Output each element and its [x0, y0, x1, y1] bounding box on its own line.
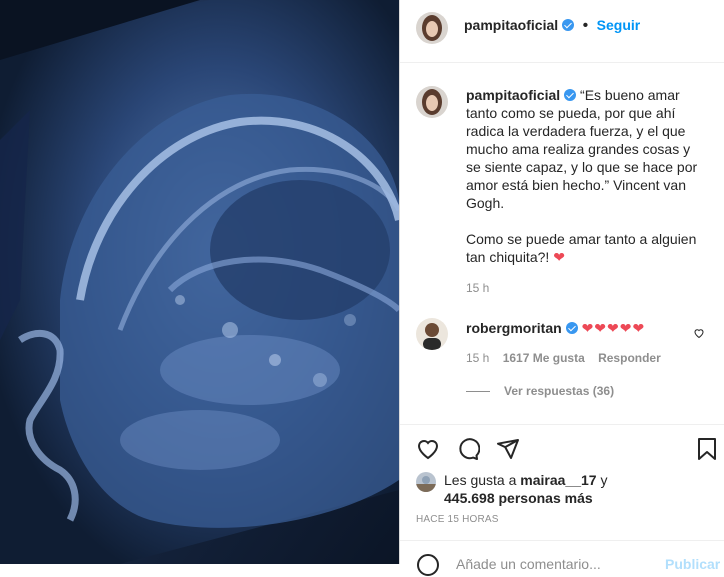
caption-author-avatar[interactable]	[416, 86, 448, 118]
share-paper-plane-icon[interactable]	[496, 437, 520, 461]
comment-bubble-icon[interactable]	[456, 437, 480, 461]
comment-body: robergmoritan ❤❤❤❤❤	[466, 320, 645, 337]
separator-dot: •	[582, 17, 589, 34]
author-avatar[interactable]	[416, 12, 448, 44]
publish-button[interactable]: Publicar	[665, 556, 720, 572]
divider	[400, 424, 724, 425]
commenter-username[interactable]: robergmoritan	[466, 320, 562, 336]
comment-meta: 15 h 1617 Me gusta Responder	[466, 351, 661, 365]
post-sidebar: pampitaoficial • Seguir pampitaoficial “…	[399, 0, 724, 576]
comment-like-heart-icon[interactable]	[693, 327, 705, 339]
like-heart-icon[interactable]	[416, 437, 440, 461]
verified-badge-icon	[562, 19, 575, 31]
comment-likes[interactable]: 1617 Me gusta	[503, 351, 585, 365]
comment-text: ❤❤❤❤❤	[581, 320, 646, 336]
liker-username[interactable]: mairaa__17	[520, 472, 596, 488]
caption-text-2: Como se puede amar tanto a alguien tan c…	[466, 231, 697, 265]
view-replies[interactable]: Ver respuestas (36)	[466, 384, 614, 398]
view-replies-label: Ver respuestas (36)	[504, 384, 615, 398]
follow-button[interactable]: Seguir	[597, 17, 641, 33]
liker-avatar[interactable]	[416, 472, 436, 492]
likes-count[interactable]: 445.698 personas más	[444, 490, 593, 506]
emoji-icon[interactable]	[416, 553, 440, 577]
post-timestamp[interactable]: HACE 15 HORAS	[416, 514, 499, 525]
post-header: pampitaoficial • Seguir	[400, 0, 724, 63]
save-bookmark-icon[interactable]	[696, 437, 718, 461]
red-heart-emoji-icon: ❤	[553, 249, 565, 265]
caption-author[interactable]: pampitaoficial	[466, 87, 560, 103]
likes-conj: y	[600, 472, 608, 488]
header-author-row: pampitaoficial • Seguir	[464, 17, 640, 35]
caption-time[interactable]: 15 h	[466, 281, 489, 295]
commenter-avatar[interactable]	[416, 318, 448, 350]
ultrasound-image	[0, 0, 399, 564]
replies-line	[466, 391, 490, 393]
comment-time[interactable]: 15 h	[466, 351, 489, 365]
likes-prefix: Les gusta a	[444, 472, 517, 488]
add-comment-bar: Añade un comentario... Publicar	[400, 540, 724, 576]
comment-input[interactable]: Añade un comentario...	[456, 556, 601, 572]
verified-badge-icon	[564, 89, 577, 101]
reply-button[interactable]: Responder	[598, 351, 661, 365]
caption-text: “Es bueno amar tanto como se pueda, por …	[466, 87, 698, 211]
post-image[interactable]	[0, 0, 399, 564]
verified-badge-icon	[565, 322, 578, 334]
author-username[interactable]: pampitaoficial	[464, 17, 558, 33]
caption: pampitaoficial “Es bueno amar tanto como…	[466, 86, 706, 266]
likes-summary: Les gusta a mairaa__17 y 445.698 persona…	[444, 471, 704, 507]
